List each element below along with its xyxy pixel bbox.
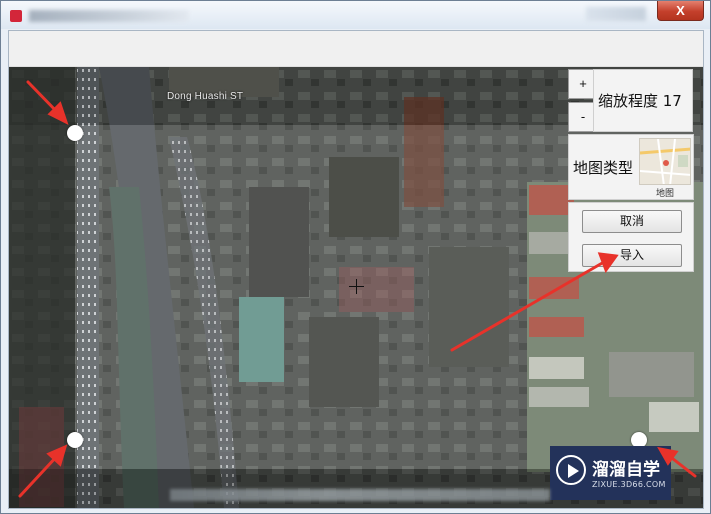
selection-handle-bottom-left[interactable] [67,432,83,448]
map-type-label: 地图类型 [573,159,634,177]
map-type-thumbnail-label: 地图 [655,189,674,199]
street-label: Dong Huashi ST [167,91,244,102]
toolbar-strip [9,31,703,67]
app-icon [10,10,22,22]
close-button[interactable]: X [657,1,704,21]
watermark-title: 溜溜自学 [592,460,660,480]
cancel-button[interactable]: 取消 [582,210,682,233]
watermark-url: ZIXUE.3D66.COM [592,480,666,489]
title-bar[interactable]: X [1,1,710,29]
map-type-selector[interactable]: 地图类型 地图 [568,134,694,200]
import-button[interactable]: 导入 [582,244,682,267]
zoom-level-display: 缩放程度 17 [593,69,693,132]
selection-handle-top-left[interactable] [67,125,83,141]
play-logo-icon [556,455,586,485]
action-panel: 取消 导入 [568,202,694,272]
crosshair-icon [349,279,364,294]
window-controls-blurred [586,7,646,21]
window-title-blurred [29,10,189,22]
map-thumbnail-icon [640,139,690,184]
watermark-badge: 溜溜自学 ZIXUE.3D66.COM [550,446,671,500]
map-attribution-blurred [170,489,550,501]
map-type-thumbnail[interactable] [639,138,691,185]
